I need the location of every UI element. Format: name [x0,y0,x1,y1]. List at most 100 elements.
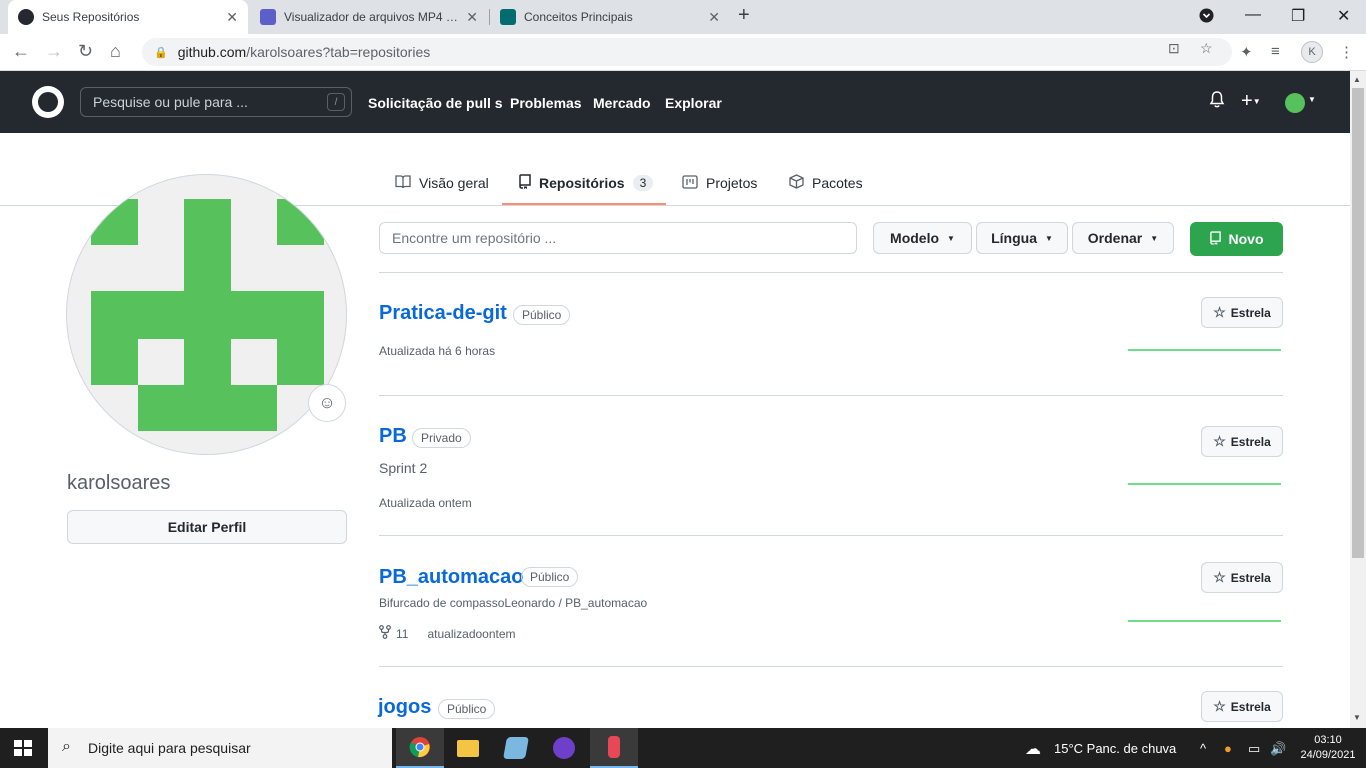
snipping-tool-taskbar-icon[interactable] [590,728,638,768]
close-tab-icon[interactable]: ✕ [466,9,478,26]
github-desktop-taskbar-icon[interactable] [540,728,588,768]
language-filter-button[interactable]: Língua ▼ [976,222,1068,254]
clock-time: 03:10 [1314,734,1342,746]
maximize-icon[interactable]: ❐ [1291,6,1305,26]
star-button[interactable]: ☆ Estrela [1201,297,1283,328]
network-icon[interactable]: ▭ [1248,741,1260,757]
tab-seus-repositorios[interactable]: Seus Repositórios ✕ [8,0,248,34]
reload-icon[interactable]: ↻ [78,41,93,62]
nav-explore[interactable]: Explorar [665,95,722,111]
fork-count[interactable]: 11 [396,627,408,641]
divider [379,272,1283,273]
type-filter-label: Modelo [890,230,940,246]
taskbar-search-input[interactable]: ⌕ Digite aqui para pesquisar [48,728,392,768]
user-avatar-menu[interactable] [1285,93,1305,113]
create-new-plus-icon[interactable]: +▼ [1241,90,1261,113]
activity-sparkline [1128,349,1281,351]
scrollbar-thumb[interactable] [1352,88,1364,558]
tab-packages[interactable]: Pacotes [789,173,863,193]
close-tab-icon[interactable]: ✕ [708,9,720,26]
chrome-taskbar-icon[interactable] [396,728,444,768]
page-scrollbar[interactable]: ▲ ▼ [1350,71,1366,728]
repo-name-link[interactable]: PB_automacao [379,566,524,589]
profile-avatar[interactable] [66,174,347,455]
avatar-dropdown-caret-icon[interactable]: ▼ [1308,95,1316,104]
github-search-input[interactable]: Pesquise ou pule para ... / [80,87,352,117]
repo-name-link[interactable]: Pratica-de-git [379,302,507,325]
repo-name-link[interactable]: PB [379,425,407,448]
edit-profile-button[interactable]: Editar Perfil [67,510,347,544]
star-button[interactable]: ☆ Estrela [1201,426,1283,457]
scroll-up-arrow-icon[interactable]: ▲ [1353,75,1361,84]
star-button[interactable]: ☆ Estrela [1201,691,1283,722]
reading-list-icon[interactable]: ≡ [1271,43,1280,60]
forked-from-text[interactable]: Bifurcado de compassoLeonardo / PB_autom… [379,596,647,610]
notepad-taskbar-icon[interactable] [492,728,540,768]
new-repository-button[interactable]: Novo [1190,222,1283,256]
system-clock[interactable]: 03:10 24/09/2021 [1298,733,1358,763]
chrome-profile-avatar[interactable]: K [1301,41,1323,63]
tab-conceitos-principais[interactable]: Conceitos Principais ✕ [490,0,730,34]
close-tab-icon[interactable]: ✕ [226,9,238,26]
weather-text[interactable]: 15°C Panc. de chuva [1054,741,1176,756]
tray-app-icon[interactable]: ● [1224,741,1232,756]
back-icon[interactable]: ← [12,41,30,62]
tab-repositories[interactable]: Repositórios 3 [519,173,654,193]
forward-icon[interactable]: → [45,41,63,62]
file-explorer-taskbar-icon[interactable] [444,728,492,768]
sort-filter-button[interactable]: Ordenar ▼ [1072,222,1174,254]
github-header: Pesquise ou pule para ... / Solicitação … [0,71,1350,133]
weather-cloud-icon: ☁ [1025,741,1041,758]
repo-updated-time: Atualizada ontem [379,496,472,510]
bookmark-star-icon[interactable]: ☆ [1200,40,1213,57]
tab-search-icon[interactable] [1199,8,1214,28]
nav-marketplace[interactable]: Mercado [593,95,651,111]
type-filter-button[interactable]: Modelo ▼ [873,222,972,254]
tab-visualizador-mp4[interactable]: Visualizador de arquivos MP4 | M ✕ [250,0,488,34]
github-search-placeholder: Pesquise ou pule para ... [93,94,248,110]
minimize-icon[interactable]: — [1245,6,1261,24]
star-label: Estrela [1230,699,1271,714]
star-label: Estrela [1230,305,1271,320]
browser-toolbar: ← → ↻ ⌂ 🔒 github.com/karolsoares?tab=rep… [0,34,1366,71]
volume-icon[interactable]: 🔊 [1270,741,1286,757]
star-icon: ☆ [1213,433,1226,449]
divider [379,666,1283,667]
set-status-smiley-icon[interactable]: ☺ [308,384,346,422]
language-filter-label: Língua [991,230,1037,246]
repo-name-link[interactable]: jogos [378,696,431,719]
extensions-icon[interactable]: ✦ [1240,43,1253,61]
translate-icon[interactable]: ⊡ [1168,40,1180,57]
star-label: Estrela [1230,570,1271,585]
tab-projects[interactable]: Projetos [682,173,757,193]
active-tab-underline [502,203,666,205]
new-tab-button[interactable]: + [738,4,750,27]
tab-overview[interactable]: Visão geral [395,173,489,193]
windows-start-icon[interactable] [14,740,32,756]
notifications-bell-icon[interactable] [1209,91,1225,113]
address-bar[interactable]: 🔒 github.com/karolsoares?tab=repositorie… [142,38,1232,66]
repo-description: Sprint 2 [379,460,428,476]
lock-icon: 🔒 [154,46,168,59]
teams-favicon-icon [260,9,276,25]
divider [379,535,1283,536]
profile-username: karolsoares [67,472,171,494]
star-button[interactable]: ☆ Estrela [1201,562,1283,593]
visibility-badge: Público [438,699,496,719]
close-window-icon[interactable]: ✕ [1337,6,1350,26]
star-icon: ☆ [1213,698,1226,714]
find-repository-input[interactable]: Encontre um repositório ... [379,222,857,254]
scroll-down-arrow-icon[interactable]: ▼ [1353,713,1361,722]
star-label: Estrela [1230,434,1271,449]
tab-title: Conceitos Principais [524,10,633,24]
tab-label: Visão geral [419,175,489,191]
nav-pull-requests[interactable]: Solicitação de pull s [368,95,503,111]
tray-chevron-up-icon[interactable]: ^ [1200,741,1206,756]
home-icon[interactable]: ⌂ [110,41,121,62]
nav-issues[interactable]: Problemas [510,95,582,111]
tab-label: Repositórios [539,175,625,191]
search-shortcut-key: / [327,93,345,111]
github-logo-icon[interactable] [32,86,64,118]
chrome-menu-icon[interactable]: ⋮ [1339,43,1354,61]
taskbar-search-placeholder: Digite aqui para pesquisar [88,740,251,756]
